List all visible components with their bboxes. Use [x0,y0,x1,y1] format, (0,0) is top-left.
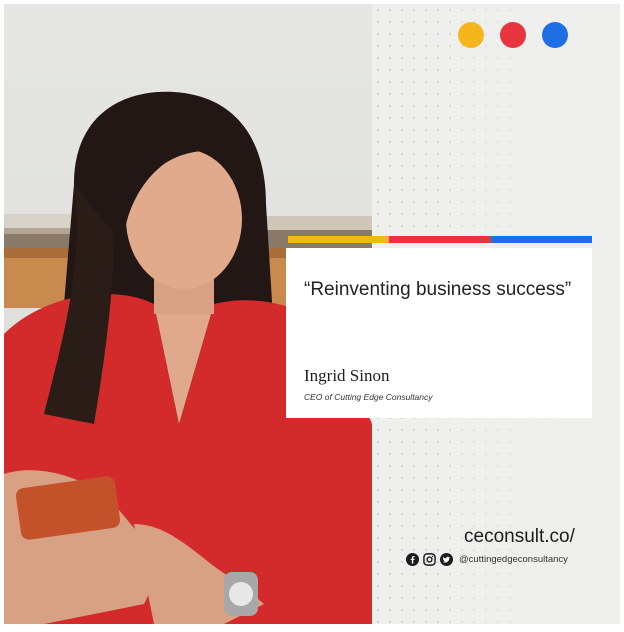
blue-dot [542,22,568,48]
social-handle[interactable]: @cuttingedgeconsultancy [459,554,568,565]
instagram-icon[interactable] [423,553,436,566]
bar-blue [490,236,592,243]
brand-dots [458,22,568,48]
red-dot [500,22,526,48]
bar-red [389,236,491,243]
social-post-card: “Reinventing business success” Ingrid Si… [4,4,620,624]
yellow-dot [458,22,484,48]
author-role: CEO of Cutting Edge Consultancy [304,392,433,402]
facebook-icon[interactable] [406,553,419,566]
website-url[interactable]: ceconsult.co/ [464,526,575,548]
twitter-icon[interactable] [440,553,453,566]
quote-text: “Reinventing business success” [304,279,572,300]
author-name: Ingrid Sinon [304,366,390,385]
brand-color-bar [288,236,592,243]
bar-yellow [288,236,390,243]
quote-card: “Reinventing business success” Ingrid Si… [286,248,592,418]
social-links: @cuttingedgeconsultancy [406,553,568,566]
